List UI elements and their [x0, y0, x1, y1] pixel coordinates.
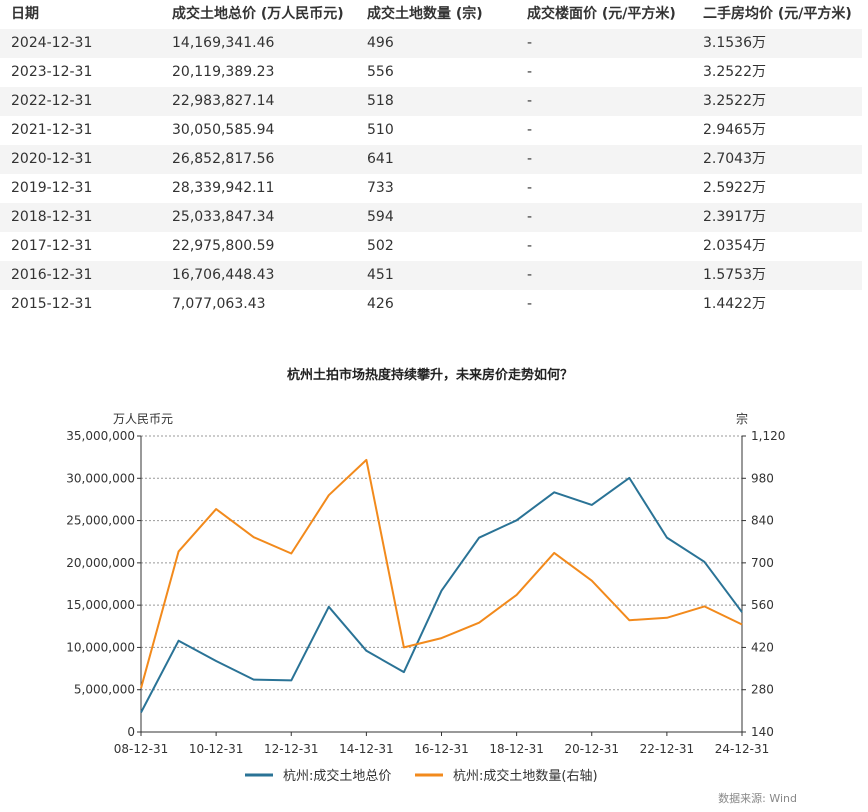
y-tick-label: 25,000,000 [66, 514, 135, 528]
y2-tick-label: 140 [751, 725, 774, 739]
legend: 杭州:成交土地总价 杭州:成交土地数量(右轴) [245, 768, 598, 784]
y-tick-label: 15,000,000 [66, 598, 135, 612]
y2-tick-label: 280 [751, 683, 774, 697]
data-source: 数据来源: Wind [718, 791, 797, 805]
legend-label: 杭州:成交土地数量(右轴) [453, 768, 598, 784]
y-tick-label: 0 [127, 725, 135, 739]
x-tick-label: 10-12-31 [189, 742, 243, 756]
y-tick-label: 30,000,000 [66, 471, 135, 485]
y-tick-label: 5,000,000 [74, 683, 135, 697]
y2-tick-label: 980 [751, 471, 774, 485]
legend-label: 杭州:成交土地总价 [283, 768, 391, 784]
y2-tick-label: 1,120 [751, 429, 785, 443]
y-tick-label: 35,000,000 [66, 429, 135, 443]
x-tick-label: 22-12-31 [640, 742, 694, 756]
y-axis-label-left: 万人民币元 [113, 412, 173, 426]
grid-lines [141, 435, 742, 691]
y2-tick-label: 560 [751, 598, 774, 612]
x-tick-label: 12-12-31 [264, 742, 318, 756]
series-line-count [140, 458, 743, 689]
x-tick-label: 08-12-31 [114, 742, 168, 756]
line-chart: 杭州土拍市场热度持续攀升，未来房价走势如何？ 万人民币元 宗 0 140 5,000… [66, 367, 797, 805]
chart-title: 杭州土拍市场热度持续攀升，未来房价走势如何？ [287, 367, 573, 383]
y2-tick-label: 840 [751, 514, 774, 528]
series-lines [140, 458, 743, 713]
y2-tick-label: 700 [751, 556, 774, 570]
x-tick-label: 24-12-31 [715, 742, 769, 756]
y-axis-label-right: 宗 [736, 411, 748, 426]
x-tick-label: 14-12-31 [339, 742, 393, 756]
x-tick-label: 20-12-31 [565, 742, 619, 756]
y-tick-label: 20,000,000 [66, 556, 135, 570]
y2-tick-label: 420 [751, 640, 774, 654]
series-line-total-price [140, 476, 743, 713]
y-tick-label: 10,000,000 [66, 640, 135, 654]
x-tick-label: 18-12-31 [489, 742, 543, 756]
x-tick-label: 16-12-31 [414, 742, 468, 756]
